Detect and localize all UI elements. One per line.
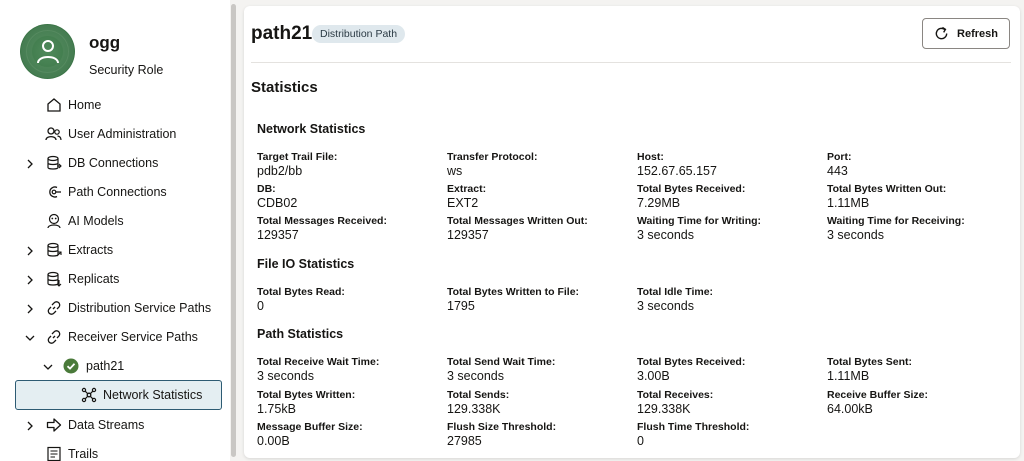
user-icon	[37, 40, 59, 64]
user-name: ogg	[89, 33, 121, 52]
link-icon	[45, 328, 62, 345]
arrow-right-icon	[45, 416, 62, 433]
stat-db: DB: CDB02	[257, 183, 298, 210]
chevron-right-icon[interactable]	[25, 274, 35, 284]
link-icon	[45, 299, 62, 316]
stat-total-receive-wait-time: Total Receive Wait Time: 3 seconds	[257, 356, 380, 383]
nav-item-label: Distribution Service Paths	[68, 300, 212, 315]
stat-waiting-time-receiving: Waiting Time for Receiving: 3 seconds	[827, 215, 965, 242]
page-header: path21 Distribution Path Refresh	[251, 6, 1011, 63]
chevron-down-icon[interactable]	[25, 332, 35, 342]
nav-item-label: Trails	[68, 446, 99, 461]
nav-item-network-statistics[interactable]: Network Statistics	[15, 380, 222, 410]
avatar[interactable]	[20, 24, 75, 79]
stat-waiting-time-writing: Waiting Time for Writing: 3 seconds	[637, 215, 762, 242]
nav-item-label: Replicats	[68, 271, 120, 286]
replicat-icon	[45, 270, 62, 287]
ai-model-icon	[45, 212, 62, 229]
stat-total-bytes-sent: Total Bytes Sent: 1.11MB	[827, 356, 912, 383]
stat-total-bytes-written-out: Total Bytes Written Out: 1.11MB	[827, 183, 947, 210]
stat-flush-size-threshold: Flush Size Threshold: 27985	[447, 421, 557, 448]
sidebar-scrollbar[interactable]	[231, 4, 236, 457]
stat-extract: Extract: EXT2	[447, 183, 487, 210]
refresh-icon	[935, 26, 948, 40]
chevron-right-icon[interactable]	[25, 420, 35, 430]
nav-item-label: AI Models	[68, 213, 124, 228]
nav-item-label: Extracts	[68, 242, 114, 257]
nav-item-label: path21	[86, 358, 125, 373]
refresh-label: Refresh	[957, 27, 998, 40]
page-title: path21	[251, 23, 313, 44]
nav-item-label: DB Connections	[68, 155, 159, 170]
nav-item-distribution-service-paths[interactable]: Distribution Service Paths	[0, 293, 230, 322]
stat-target-trail-file: Target Trail File: pdb2/bb	[257, 151, 338, 178]
nav-item-label: Network Statistics	[103, 388, 203, 402]
refresh-button[interactable]: Refresh	[922, 18, 1010, 49]
nav-item-receiver-service-paths[interactable]: Receiver Service Paths	[0, 322, 230, 351]
home-icon	[45, 96, 62, 113]
stat-total-send-wait-time: Total Send Wait Time: 3 seconds	[447, 356, 556, 383]
nav-item-label: Data Streams	[68, 417, 145, 432]
chevron-right-icon[interactable]	[25, 303, 35, 313]
user-profile: ogg Security Role	[20, 24, 163, 79]
nav-item-trails[interactable]: Trails	[0, 439, 230, 461]
path-connection-icon	[45, 183, 62, 200]
chevron-right-icon[interactable]	[25, 158, 35, 168]
nav-item-path-connections[interactable]: Path Connections	[0, 177, 230, 206]
nav-item-db-connections[interactable]: DB Connections	[0, 148, 230, 177]
stat-path-total-bytes-received: Total Bytes Received: 3.00B	[637, 356, 746, 383]
network-icon	[80, 387, 97, 404]
stat-total-messages-received: Total Messages Received: 129357	[257, 215, 387, 242]
nav-item-label: Receiver Service Paths	[68, 329, 198, 344]
stat-message-buffer-size: Message Buffer Size: 0.00B	[257, 421, 363, 448]
stat-total-messages-written-out: Total Messages Written Out: 129357	[447, 215, 588, 242]
stat-total-bytes-received: Total Bytes Received: 7.29MB	[637, 183, 746, 210]
nav-item-replicats[interactable]: Replicats	[0, 264, 230, 293]
nav-item-home[interactable]: Home	[0, 90, 230, 119]
nav-item-user-administration[interactable]: User Administration	[0, 119, 230, 148]
stat-host: Host: 152.67.65.157	[637, 151, 717, 178]
nav-item-path21[interactable]: path21	[0, 351, 230, 380]
database-icon	[45, 154, 62, 171]
stat-port: Port: 443	[827, 151, 852, 178]
user-role: Security Role	[89, 63, 164, 77]
path-type-badge: Distribution Path	[312, 25, 406, 43]
nav-item-label: Path Connections	[68, 184, 167, 199]
main-panel: path21 Distribution Path Refresh Statist…	[244, 6, 1020, 458]
stat-flush-time-threshold: Flush Time Threshold: 0	[637, 421, 750, 448]
trail-file-icon	[45, 445, 62, 461]
path-statistics-title: Path Statistics	[257, 327, 344, 341]
sidebar: ogg Security Role Home User Administrati…	[0, 0, 230, 461]
stat-total-receives: Total Receives: 129.338K	[637, 389, 714, 416]
stat-total-bytes-written: Total Bytes Written: 1.75kB	[257, 389, 356, 416]
nav-item-label: Home	[68, 97, 102, 112]
nav-item-data-streams[interactable]: Data Streams	[0, 410, 230, 439]
stat-transfer-protocol: Transfer Protocol: ws	[447, 151, 538, 178]
stat-total-idle-time: Total Idle Time: 3 seconds	[637, 286, 714, 313]
stat-total-bytes-written-to-file: Total Bytes Written to File: 1795	[447, 286, 580, 313]
extract-icon	[45, 241, 62, 258]
stat-receive-buffer-size: Receive Buffer Size: 64.00kB	[827, 389, 928, 416]
chevron-right-icon[interactable]	[25, 245, 35, 255]
nav-item-ai-models[interactable]: AI Models	[0, 206, 230, 235]
fileio-statistics-title: File IO Statistics	[257, 257, 355, 271]
nav-menu: Home User Administration DB Connections …	[0, 90, 230, 461]
status-running-icon	[62, 357, 79, 374]
stat-total-sends: Total Sends: 129.338K	[447, 389, 510, 416]
nav-item-label: User Administration	[68, 126, 177, 141]
statistics-title: Statistics	[251, 79, 318, 96]
users-icon	[45, 125, 62, 142]
stat-total-bytes-read: Total Bytes Read: 0	[257, 286, 345, 313]
network-statistics-title: Network Statistics	[257, 122, 366, 136]
chevron-down-icon[interactable]	[43, 361, 53, 371]
nav-item-extracts[interactable]: Extracts	[0, 235, 230, 264]
